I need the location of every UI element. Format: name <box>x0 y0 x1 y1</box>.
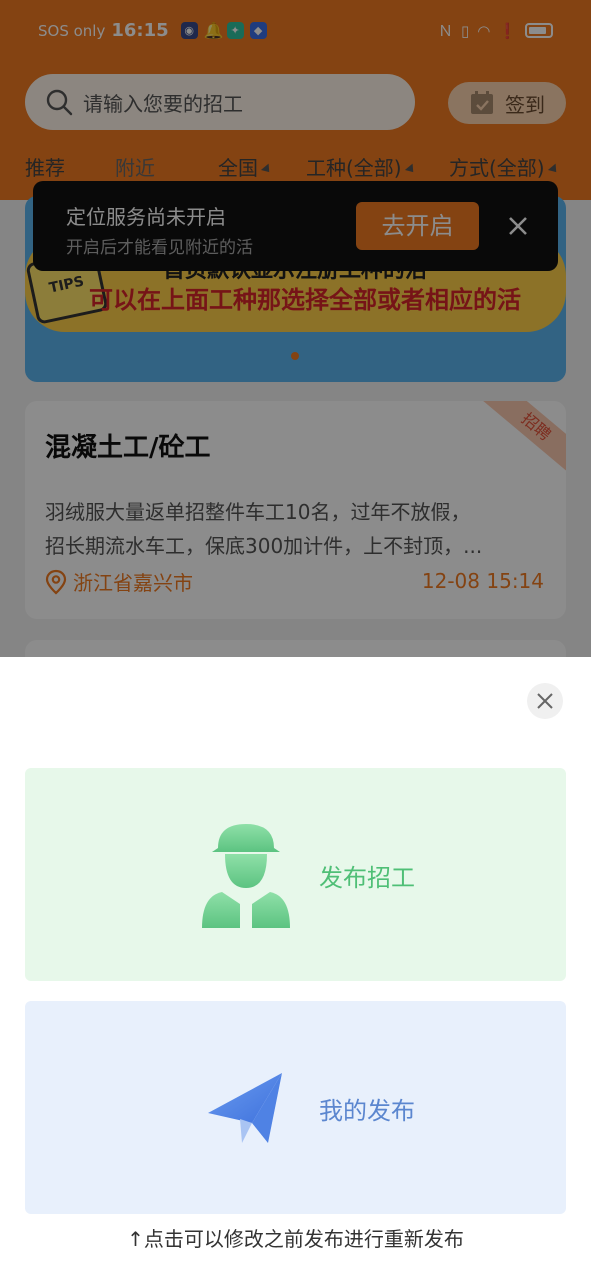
repost-hint: ↑点击可以修改之前发布进行重新发布 <box>127 1227 464 1251</box>
paper-plane-icon <box>208 1073 282 1143</box>
worker-icon <box>202 824 290 928</box>
my-posts-label: 我的发布 <box>319 1097 415 1125</box>
publish-sheet: 发布招工 我的发布 ↑点击可以修改之前发布进行重新发布 <box>0 657 591 1280</box>
publish-job-label: 发布招工 <box>319 864 415 892</box>
close-icon[interactable] <box>527 683 563 719</box>
publish-job-button[interactable]: 发布招工 <box>25 768 566 981</box>
my-posts-button[interactable]: 我的发布 <box>25 1001 566 1214</box>
screen: SOS only 16:15 ◉ 🔔 ✦ ◆ Ｎ ▯ ◠ ❗ 请输入您要的招工 <box>0 0 591 1280</box>
